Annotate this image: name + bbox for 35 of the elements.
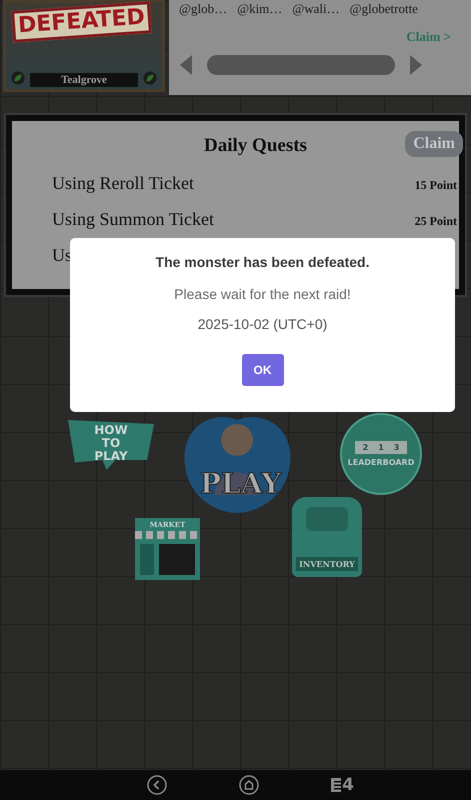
- menu-label: PLAY: [200, 467, 282, 500]
- leaf-icon: [143, 71, 157, 85]
- menu-label: INVENTORY: [296, 557, 358, 571]
- quest-points: 15 Point: [414, 178, 457, 193]
- quest-name: Using Reroll Ticket: [52, 173, 194, 194]
- podium-rank: 2: [362, 443, 368, 452]
- dialog-message: Please wait for the next raid!: [174, 286, 351, 302]
- dialog-title: The monster has been defeated.: [156, 254, 370, 270]
- inventory-backpack[interactable]: INVENTORY: [292, 497, 362, 577]
- menu-label: LEADERBOARD: [348, 458, 414, 467]
- podium-rank: 3: [394, 443, 400, 452]
- scrollbar-thumb[interactable]: [207, 55, 395, 75]
- defeated-stamp: DEFEATED: [11, 1, 152, 43]
- back-icon[interactable]: [147, 775, 168, 795]
- podium-rank: 1: [378, 443, 384, 452]
- home-icon[interactable]: [239, 775, 260, 795]
- menu-label: HOW TO PLAY: [93, 424, 129, 463]
- scroll-right-icon[interactable]: [409, 55, 423, 75]
- tabs-icon: [331, 778, 342, 792]
- raid-date: 2025-10-02 (UTC+0): [198, 316, 328, 332]
- ok-button[interactable]: OK: [242, 354, 284, 386]
- username: @glob…: [179, 1, 228, 17]
- hero-card-art[interactable]: DEFEATED Tealgrove: [3, 0, 165, 92]
- hero-name: Tealgrove: [30, 73, 138, 87]
- leaf-icon: [11, 71, 25, 85]
- tabs-button[interactable]: 4: [331, 775, 354, 795]
- username: @kim…: [237, 1, 282, 17]
- backpack-flap: [306, 507, 348, 531]
- username: @globetrotte: [350, 1, 418, 17]
- panel-title: Daily Quests: [204, 135, 307, 157]
- scroll-left-icon[interactable]: [179, 55, 193, 75]
- quest-points: 25 Point: [414, 214, 457, 229]
- quest-name: Using Summon Ticket: [52, 209, 214, 230]
- leaderboard-badge[interactable]: 2 1 3 LEADERBOARD: [340, 413, 422, 495]
- username: @wali…: [292, 1, 340, 17]
